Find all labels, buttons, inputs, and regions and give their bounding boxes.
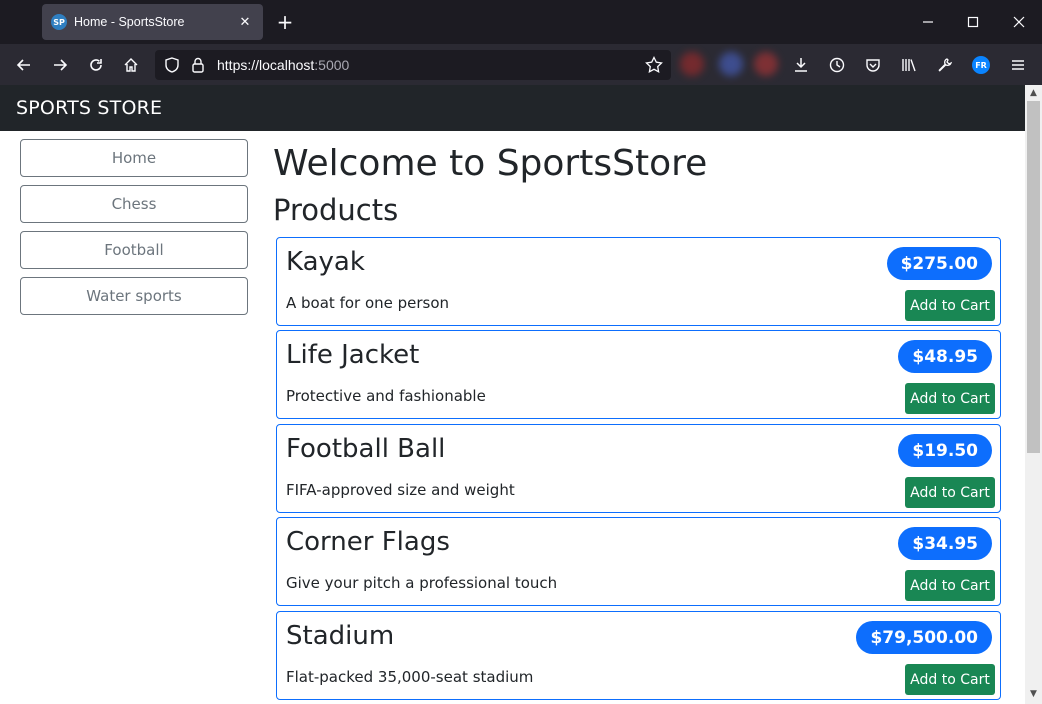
product-card: Life Jacket $48.95 Protective and fashio… — [276, 330, 1001, 419]
wrench-icon[interactable] — [934, 54, 956, 76]
add-to-cart-button[interactable]: Add to Cart — [905, 383, 995, 414]
extension-icon[interactable] — [680, 52, 704, 76]
welcome-heading: Welcome to SportsStore — [273, 143, 708, 184]
add-to-cart-button[interactable]: Add to Cart — [905, 570, 995, 601]
product-name: Kayak — [286, 247, 365, 277]
navigation-toolbar: https://localhost:5000 FR — [0, 44, 1042, 85]
library-icon[interactable] — [898, 54, 920, 76]
profile-initials: FR — [972, 56, 990, 74]
price-badge: $19.50 — [898, 434, 992, 467]
extension-icon[interactable] — [754, 52, 778, 76]
browser-window: SP Home - SportsStore ✕ + https://localh… — [0, 0, 1042, 704]
product-card: Football Ball $19.50 FIFA-approved size … — [276, 424, 1001, 513]
downloads-icon[interactable] — [790, 54, 812, 76]
product-card: Stadium $79,500.00 Flat-packed 35,000-se… — [276, 611, 1001, 700]
history-icon[interactable] — [826, 54, 848, 76]
product-card: Corner Flags $34.95 Give your pitch a pr… — [276, 517, 1001, 606]
add-to-cart-button[interactable]: Add to Cart — [905, 664, 995, 695]
menu-icon[interactable] — [1007, 54, 1029, 76]
product-name: Stadium — [286, 621, 395, 651]
lock-icon[interactable] — [190, 56, 206, 74]
category-water-sports-button[interactable]: Water sports — [20, 277, 248, 315]
profile-avatar[interactable]: FR — [970, 54, 992, 76]
back-icon[interactable] — [13, 54, 35, 76]
forward-icon[interactable] — [49, 54, 71, 76]
tab-title: Home - SportsStore — [74, 15, 185, 29]
address-bar[interactable]: https://localhost:5000 — [155, 50, 671, 80]
product-description: Give your pitch a professional touch — [286, 574, 558, 592]
product-name: Corner Flags — [286, 527, 450, 557]
price-badge: $34.95 — [898, 527, 992, 560]
url-host: https://localhost — [217, 57, 315, 73]
pocket-icon[interactable] — [862, 54, 884, 76]
products-heading: Products — [273, 193, 399, 227]
price-badge: $79,500.00 — [856, 621, 992, 654]
extension-icon[interactable] — [719, 52, 743, 76]
favicon-icon: SP — [51, 14, 67, 30]
category-chess-button[interactable]: Chess — [20, 185, 248, 223]
url-text[interactable]: https://localhost:5000 — [217, 57, 349, 73]
scroll-up-icon[interactable]: ▲ — [1028, 88, 1039, 99]
scroll-down-icon[interactable]: ▼ — [1028, 689, 1039, 700]
price-badge: $48.95 — [898, 340, 992, 373]
product-description: FIFA-approved size and weight — [286, 481, 515, 499]
add-to-cart-button[interactable]: Add to Cart — [905, 290, 995, 321]
product-card: Kayak $275.00 A boat for one person Add … — [276, 237, 1001, 326]
site-header: SPORTS STORE — [0, 85, 1025, 131]
page-viewport: SPORTS STORE Home Chess Football Water s… — [0, 85, 1025, 704]
reload-icon[interactable] — [85, 54, 107, 76]
vertical-scrollbar[interactable]: ▲ ▼ — [1025, 85, 1042, 704]
category-football-button[interactable]: Football — [20, 231, 248, 269]
product-name: Football Ball — [286, 434, 446, 464]
product-name: Life Jacket — [286, 340, 420, 370]
site-brand: SPORTS STORE — [16, 97, 163, 119]
minimize-icon[interactable] — [918, 12, 938, 32]
new-tab-button[interactable]: + — [274, 11, 296, 33]
close-tab-icon[interactable]: ✕ — [237, 14, 253, 30]
url-port: :5000 — [314, 57, 350, 73]
close-window-icon[interactable] — [1009, 12, 1029, 32]
category-home-button[interactable]: Home — [20, 139, 248, 177]
add-to-cart-button[interactable]: Add to Cart — [905, 477, 995, 508]
product-description: Flat-packed 35,000-seat stadium — [286, 668, 534, 686]
bookmark-star-icon[interactable] — [645, 56, 663, 74]
browser-tab-active[interactable]: SP Home - SportsStore ✕ — [42, 4, 263, 40]
tab-strip: SP Home - SportsStore ✕ + — [0, 0, 1042, 44]
scrollbar-thumb[interactable] — [1027, 101, 1040, 453]
home-icon[interactable] — [120, 54, 142, 76]
shield-icon[interactable] — [163, 56, 181, 74]
price-badge: $275.00 — [886, 247, 992, 280]
maximize-icon[interactable] — [963, 12, 983, 32]
product-description: A boat for one person — [286, 294, 450, 312]
product-description: Protective and fashionable — [286, 387, 486, 405]
